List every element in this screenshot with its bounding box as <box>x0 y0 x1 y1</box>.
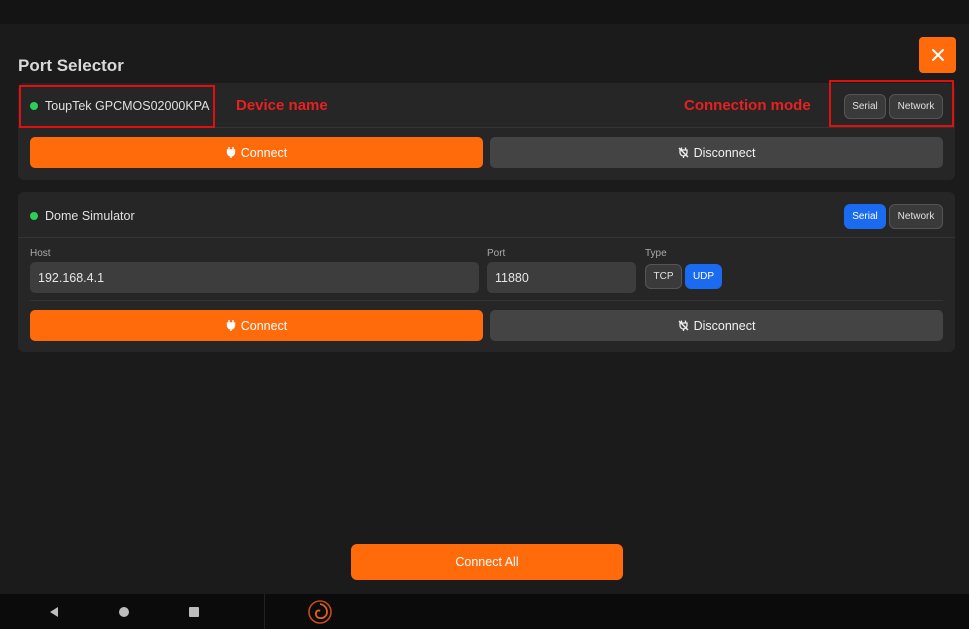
connect-button[interactable]: Connect <box>30 137 483 168</box>
divider <box>30 300 943 301</box>
host-input[interactable]: 192.168.4.1 <box>30 262 479 293</box>
device-header: Dome Simulator Serial Network <box>18 192 955 238</box>
nav-recents-button[interactable] <box>184 602 204 622</box>
close-button[interactable] <box>919 37 956 73</box>
type-label: Type <box>645 248 667 259</box>
status-bar <box>0 0 969 24</box>
navigation-bar <box>0 594 969 629</box>
plug-icon <box>226 320 235 331</box>
nav-back-button[interactable] <box>44 602 64 622</box>
port-input[interactable]: 11880 <box>487 262 636 293</box>
type-udp-button[interactable]: UDP <box>685 264 722 289</box>
device-name: Dome Simulator <box>45 209 135 223</box>
plug-icon <box>226 147 235 158</box>
nav-back-icon <box>50 607 58 617</box>
connect-all-button[interactable]: Connect All <box>351 544 623 580</box>
connect-label: Connect <box>240 318 288 333</box>
device-card-dome-simulator: Dome Simulator Serial Network Host 192.1… <box>18 192 955 352</box>
type-tcp-button[interactable]: TCP <box>645 264 682 289</box>
disconnect-button[interactable]: Disconnect <box>490 310 943 341</box>
disconnect-label: Disconnect <box>693 318 756 333</box>
nav-recents-icon <box>189 607 199 617</box>
nav-home-icon <box>119 607 129 617</box>
host-label: Host <box>30 248 51 259</box>
mode-serial-button[interactable]: Serial <box>844 204 886 229</box>
mode-network-button[interactable]: Network <box>889 204 943 229</box>
connection-mode-highlight <box>829 80 954 127</box>
page-title: Port Selector <box>18 56 124 75</box>
connect-label: Connect <box>240 145 288 160</box>
device-name-highlight <box>19 85 215 128</box>
close-icon <box>931 49 944 61</box>
disconnect-label: Disconnect <box>693 145 756 160</box>
app-spiral-icon <box>308 600 332 624</box>
unplug-icon <box>678 147 689 158</box>
port-label: Port <box>487 248 506 259</box>
nav-divider <box>264 594 265 629</box>
nav-home-button[interactable] <box>114 602 134 622</box>
device-name-annotation: Device name <box>236 97 328 114</box>
connection-mode-annotation: Connection mode <box>684 97 811 114</box>
disconnect-button[interactable]: Disconnect <box>490 137 943 168</box>
app-shortcut[interactable] <box>306 598 334 626</box>
unplug-icon <box>678 320 689 331</box>
connect-button[interactable]: Connect <box>30 310 483 341</box>
status-dot <box>30 212 38 220</box>
